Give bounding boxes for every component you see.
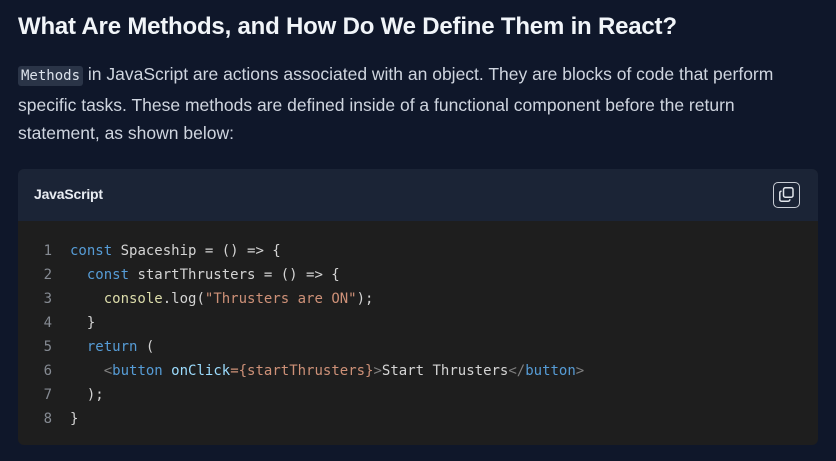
code-token: Spaceship = () => { (112, 243, 281, 259)
line-number: 3 (43, 291, 52, 307)
code-block-header: JavaScript (18, 169, 818, 221)
code-token: startThrusters = () => { (129, 267, 340, 283)
line-number: 2 (43, 267, 52, 283)
code-token: } (70, 411, 79, 427)
code-token: ); (356, 291, 374, 307)
code-token: .log( (162, 291, 205, 307)
code-line: 4 } (18, 311, 818, 335)
line-number: 8 (43, 411, 52, 427)
article-section: What Are Methods, and How Do We Define T… (0, 0, 836, 461)
code-token: const (86, 267, 130, 283)
inline-code-methods: Methods (18, 66, 84, 86)
code-token: button (112, 363, 163, 379)
code-token: > (373, 363, 382, 379)
code-token: return (86, 339, 138, 355)
line-number: 7 (43, 387, 52, 403)
line-number: 1 (43, 243, 52, 259)
code-line: 2 const startThrusters = () => { (18, 263, 818, 287)
line-number: 5 (43, 339, 52, 355)
code-token: const (70, 243, 113, 259)
code-body: 1 const Spaceship = () => { 2 const startT… (18, 221, 818, 431)
code-token: > (575, 363, 585, 379)
code-token: console (103, 291, 163, 307)
code-token: onClick (171, 363, 231, 379)
code-language-label: JavaScript (34, 186, 103, 202)
code-token: "Thrusters are ON" (204, 291, 357, 307)
code-block: JavaScript 1 const Spaceship = () => { 2 c… (18, 169, 818, 445)
code-token: < (103, 363, 113, 379)
intro-paragraph: Methods in JavaScript are actions associ… (18, 60, 818, 148)
code-line: 3 console.log("Thrusters are ON"); (18, 287, 818, 311)
line-number: 6 (43, 363, 52, 379)
code-token: ( (137, 339, 155, 355)
code-token: Start Thrusters (381, 363, 509, 379)
paragraph-text: in JavaScript are actions associated wit… (18, 64, 774, 143)
code-line: 1 const Spaceship = () => { (18, 239, 818, 263)
code-line: 7 ); (18, 383, 818, 407)
line-number: 4 (43, 315, 52, 331)
copy-code-button[interactable] (773, 182, 800, 208)
code-token: button (525, 363, 576, 379)
section-heading: What Are Methods, and How Do We Define T… (18, 13, 677, 40)
code-line: 5 return ( (18, 335, 818, 359)
code-token: ); (70, 387, 104, 403)
code-token: </ (508, 363, 526, 379)
code-token: ={startThrusters} (230, 363, 374, 379)
code-token: } (70, 315, 96, 331)
code-line: 6 <button onClick={startThrusters}>Start… (18, 359, 818, 383)
code-line: 8} (18, 407, 818, 431)
copy-icon (779, 187, 794, 202)
